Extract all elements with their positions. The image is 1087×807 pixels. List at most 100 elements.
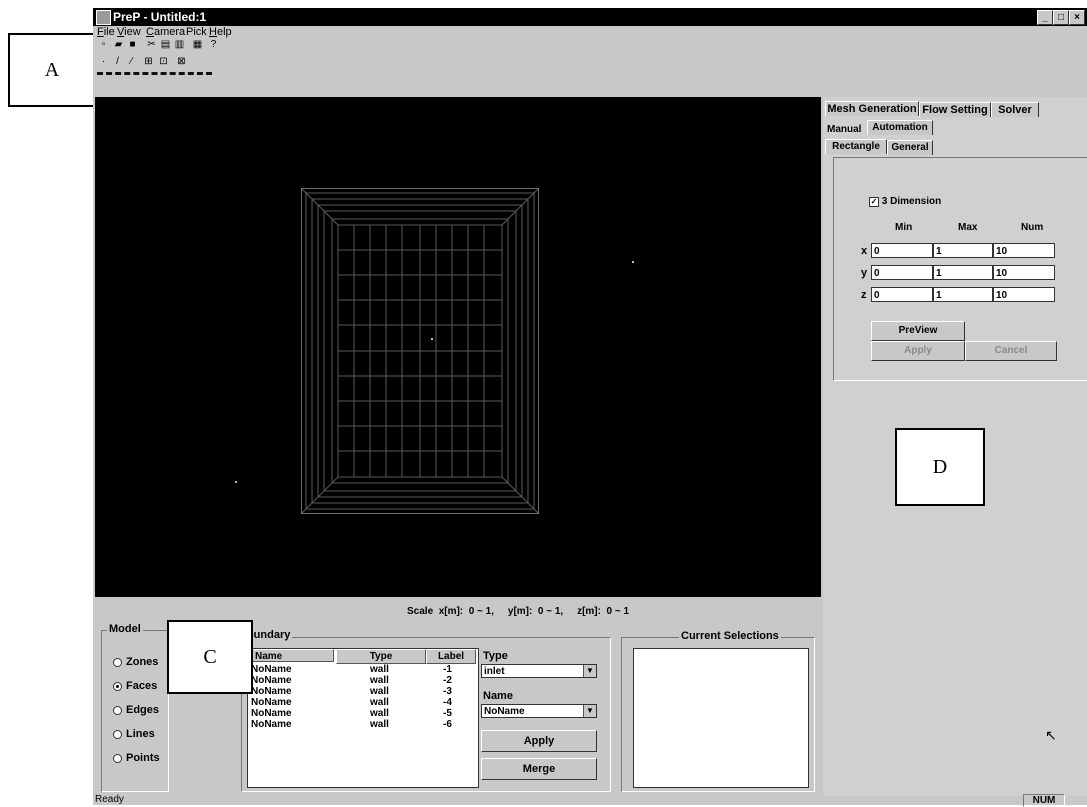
mouse-cursor-icon: ↖ [1045, 727, 1057, 743]
tab-mesh-generation[interactable]: Mesh Generation [825, 101, 919, 116]
radio-edges[interactable]: Edges [113, 704, 159, 716]
merge-button[interactable]: Merge [481, 758, 597, 780]
boundary-list[interactable]: Name Type Label NoName wall -1 NoName wall -… [247, 648, 479, 788]
origin-dot [431, 338, 433, 340]
table-row[interactable]: NoName wall -3 [248, 687, 478, 697]
mesh-preview [301, 188, 539, 514]
x-min-field[interactable]: 0 [871, 243, 933, 258]
tab-flow-setting[interactable]: Flow Setting [919, 102, 991, 117]
chevron-down-icon[interactable]: ▼ [583, 705, 596, 717]
callout-d: D [895, 428, 985, 506]
origin-dot [632, 261, 634, 263]
max-header: Max [958, 222, 978, 233]
table-row[interactable]: NoName wall -6 [248, 720, 478, 730]
checkbox-icon: ✓ [869, 197, 879, 207]
menu-view[interactable]: View [117, 26, 141, 38]
table-row[interactable]: NoName wall -5 [248, 709, 478, 719]
radio-circle-icon [113, 657, 122, 667]
settings-panel: Mesh Generation Flow Setting Solver Manu… [823, 97, 1087, 796]
point-pick-icon[interactable]: · [97, 56, 110, 68]
edge-pick-icon[interactable]: / [111, 56, 124, 68]
save-icon[interactable]: ■ [126, 39, 139, 51]
pick-toolbar: · / ⁄ ⊞ ⊡ ⊠ [95, 56, 215, 70]
callout-a: A [8, 33, 96, 107]
status-text: Ready [95, 794, 124, 805]
y-min-field[interactable]: 0 [871, 265, 933, 280]
window-title: PreP - Untitled:1 [113, 10, 207, 24]
app-window: PreP - Untitled:1 _ □ × File View Camera… [93, 8, 1087, 807]
x-num-field[interactable]: 10 [993, 243, 1055, 258]
name-label: Name [483, 690, 513, 702]
standard-toolbar: ▫ ▰ ■ ✂ ▤ ▥ ▦ ? [95, 39, 225, 53]
radio-zones[interactable]: Zones [113, 656, 158, 668]
axis-y-label: y [861, 267, 868, 279]
scale-readout: Scale x[m]: 0 ~ 1, y[m]: 0 ~ 1, z[m]: 0 … [407, 606, 630, 617]
menu-help[interactable]: Help [209, 26, 232, 38]
face-pick-icon[interactable]: ⊞ [142, 56, 155, 68]
table-row[interactable]: NoName wall -2 [248, 676, 478, 686]
preview-button[interactable]: PreView [871, 321, 965, 341]
num-header: Num [1021, 222, 1044, 233]
minimize-icon[interactable]: _ [1037, 10, 1053, 25]
menu-pick[interactable]: Pick [186, 26, 207, 38]
apply-button[interactable]: Apply [481, 730, 597, 752]
current-selections-list[interactable] [633, 648, 809, 788]
menu-camera[interactable]: Camera [146, 26, 185, 38]
z-min-field[interactable]: 0 [871, 287, 933, 302]
axis-x-label: x [861, 245, 868, 257]
close-icon[interactable]: × [1069, 10, 1085, 25]
tab-rectangle[interactable]: Rectangle [825, 139, 887, 154]
tab-automation[interactable]: Automation [867, 120, 933, 135]
radio-circle-icon [113, 729, 122, 739]
toolbar-divider [97, 72, 212, 78]
origin-dot [235, 481, 237, 483]
tab-general[interactable]: General [887, 140, 933, 155]
column-header-name[interactable]: Name [248, 649, 334, 662]
table-row[interactable]: NoName wall -4 [248, 698, 478, 708]
callout-c: C [167, 620, 253, 694]
3d-viewport[interactable] [95, 97, 821, 597]
help-icon[interactable]: ? [207, 39, 220, 51]
mesh-apply-button[interactable]: Apply [871, 341, 965, 361]
paste-icon[interactable]: ▥ [173, 39, 186, 51]
title-bar: PreP - Untitled:1 _ □ × [93, 8, 1087, 26]
cube-pick-icon[interactable]: ⊠ [175, 56, 188, 68]
line-pick-icon[interactable]: ⁄ [125, 56, 138, 68]
zone-pick-icon[interactable]: ⊡ [157, 56, 170, 68]
y-max-field[interactable]: 1 [933, 265, 993, 280]
num-lock-indicator: NUM [1023, 794, 1065, 807]
print-icon[interactable]: ▦ [191, 39, 204, 51]
table-row[interactable]: NoName wall -1 [248, 665, 478, 675]
menu-file[interactable]: File [97, 26, 115, 38]
model-group-title: Model [107, 623, 143, 635]
mesh-grid-icon [301, 188, 539, 514]
tab-solver[interactable]: Solver [991, 102, 1039, 117]
status-bar: Ready NUM [93, 794, 1087, 807]
menu-bar: File View Camera Pick Help [93, 26, 1087, 38]
axis-z-label: z [861, 289, 867, 301]
three-dimension-checkbox[interactable]: ✓ 3 Dimension [869, 196, 941, 207]
maximize-icon[interactable]: □ [1053, 10, 1069, 25]
column-header-label[interactable]: Label [426, 649, 476, 664]
radio-lines[interactable]: Lines [113, 728, 155, 740]
new-file-icon[interactable]: ▫ [97, 39, 110, 51]
x-max-field[interactable]: 1 [933, 243, 993, 258]
cut-icon[interactable]: ✂ [145, 39, 158, 51]
copy-icon[interactable]: ▤ [159, 39, 172, 51]
column-header-type[interactable]: Type [336, 649, 426, 664]
chevron-down-icon[interactable]: ▼ [583, 665, 596, 677]
y-num-field[interactable]: 10 [993, 265, 1055, 280]
current-selections-title: Current Selections [679, 630, 781, 642]
mesh-cancel-button[interactable]: Cancel [965, 341, 1057, 361]
radio-selected-icon [113, 681, 122, 691]
type-label: Type [483, 650, 508, 662]
z-max-field[interactable]: 1 [933, 287, 993, 302]
radio-points[interactable]: Points [113, 752, 160, 764]
open-folder-icon[interactable]: ▰ [112, 39, 125, 51]
name-select[interactable]: NoName ▼ [481, 704, 597, 718]
type-select[interactable]: inlet ▼ [481, 664, 597, 678]
tab-manual[interactable]: Manual [827, 124, 861, 135]
z-num-field[interactable]: 10 [993, 287, 1055, 302]
radio-faces[interactable]: Faces [113, 680, 157, 692]
radio-circle-icon [113, 753, 122, 763]
